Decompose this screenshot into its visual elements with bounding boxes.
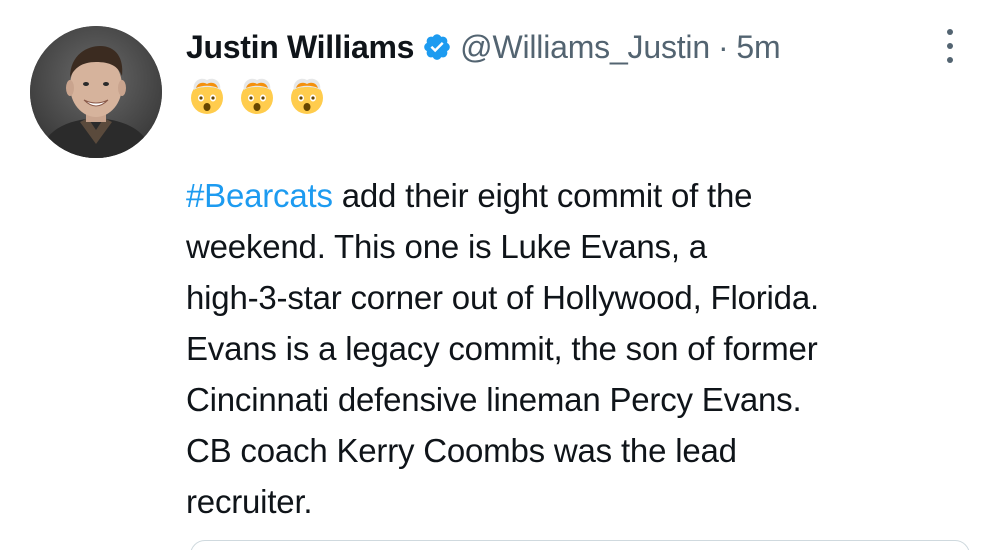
avatar-photo [30,26,162,158]
avatar[interactable] [30,26,162,158]
verified-badge-icon [422,32,452,62]
tweet-body-line: #Bearcats add their eight commit of the [186,170,986,221]
exploding-head-icon [241,78,273,114]
hashtag-link[interactable]: #Bearcats [186,177,333,214]
tweet-body-line: weekend. This one is Luke Evans, a [186,228,707,265]
more-options-icon[interactable] [936,26,964,66]
more-dot [947,57,953,63]
more-dot [947,29,953,35]
tweet-body-text: add their eight commit of the [332,177,753,214]
header-separator: · [717,28,729,65]
exploding-head-icon [191,78,223,114]
tweet-timestamp[interactable]: 5m [736,29,780,66]
exploding-head-icon [291,78,323,114]
author-handle[interactable]: @Williams_Justin [460,29,710,66]
tweet: Justin Williams @Williams_Justin · 5m #B… [0,0,1000,550]
tweet-body: #Bearcats add their eight commit of the … [186,170,986,527]
author-display-name[interactable]: Justin Williams [186,29,414,66]
tweet-body-line: high-3-star corner out of Hollywood, Flo… [186,279,819,316]
embedded-card[interactable] [190,540,970,550]
tweet-body-line: CB coach Kerry Coombs was the lead [186,432,737,469]
emoji-line [186,74,328,116]
tweet-body-line: Evans is a legacy commit, the son of for… [186,330,818,367]
tweet-header: Justin Williams @Williams_Justin · 5m [186,22,781,72]
more-dot [947,43,953,49]
tweet-body-line: Cincinnati defensive lineman Percy Evans… [186,381,802,418]
tweet-body-line: recruiter. [186,483,313,520]
